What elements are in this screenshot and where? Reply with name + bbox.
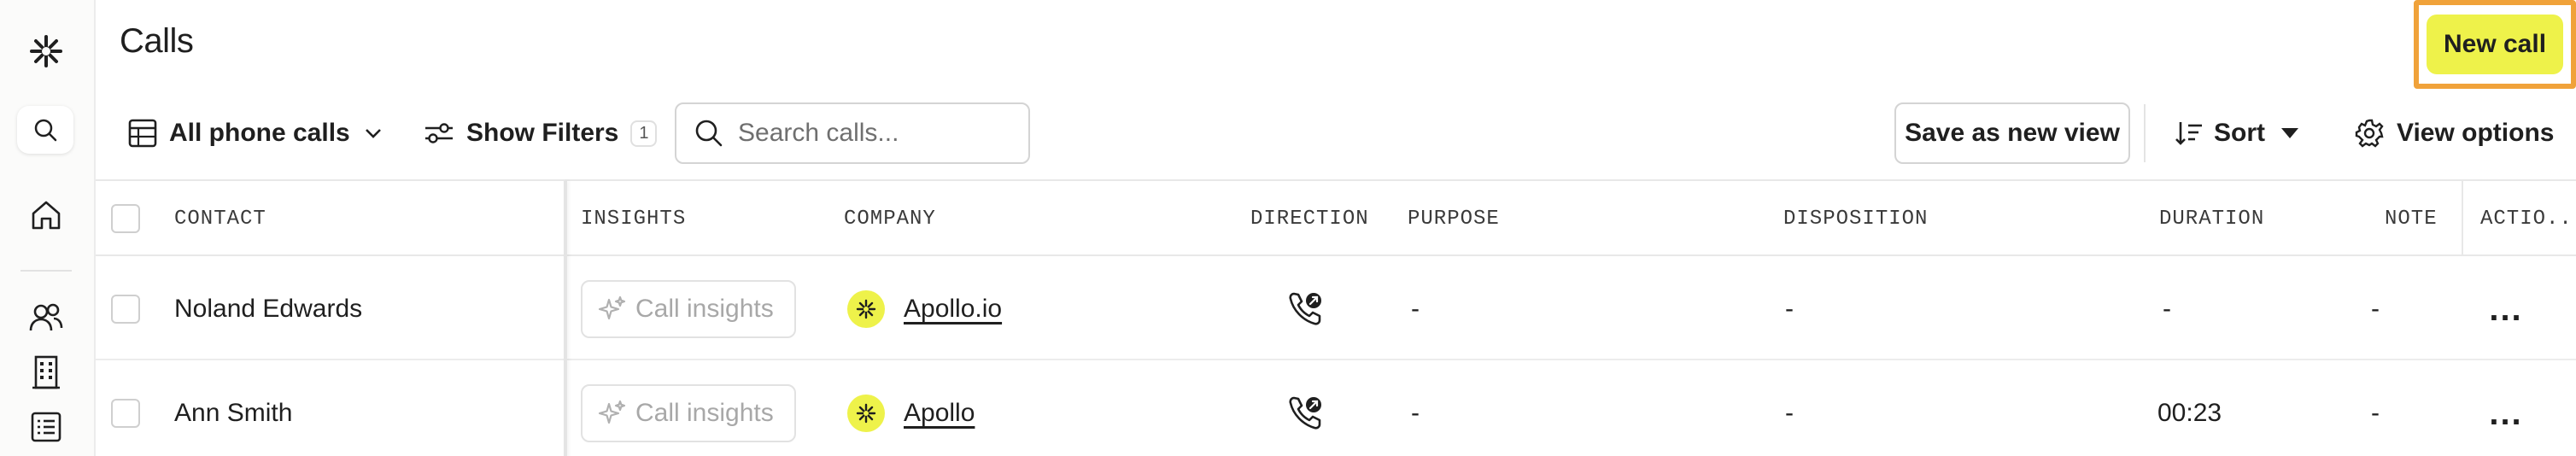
show-filters-button[interactable]: Show Filters 1	[424, 109, 658, 157]
call-insights-button[interactable]: Call insights	[581, 384, 796, 442]
toolbar-divider	[2144, 104, 2146, 162]
company-link[interactable]: Apollo	[904, 399, 975, 428]
column-header-purpose[interactable]: PURPOSE	[1408, 181, 1500, 256]
save-as-new-view-button[interactable]: Save as new view	[1894, 102, 2130, 164]
column-header-disposition[interactable]: DISPOSITION	[1783, 181, 1928, 256]
view-selector[interactable]: All phone calls	[128, 109, 383, 157]
note-value: -	[2371, 399, 2380, 427]
home-icon[interactable]	[26, 195, 67, 236]
sparkle-icon	[598, 399, 627, 428]
note-value: -	[2371, 295, 2380, 323]
table-header-row: CONTACT INSIGHTS COMPANY DIRECTION PURPO…	[96, 181, 2576, 256]
company-logo-icon	[847, 290, 885, 328]
caret-down-icon	[2280, 127, 2299, 139]
table-row[interactable]: Ann Smith Call insights Apollo - - 00:23…	[96, 362, 2576, 456]
gear-icon	[2354, 118, 2385, 149]
column-header-company[interactable]: COMPANY	[844, 181, 936, 256]
page-title: Calls	[120, 22, 194, 60]
duration-value: -	[2163, 295, 2171, 323]
row-checkbox[interactable]	[111, 399, 140, 428]
select-all-cell	[111, 181, 140, 256]
column-header-direction[interactable]: DIRECTION	[1250, 181, 1369, 256]
show-filters-label: Show Filters	[466, 119, 619, 147]
filter-count-badge: 1	[630, 120, 658, 147]
column-header-actions[interactable]: ACTIO...	[2480, 181, 2576, 256]
table-row[interactable]: Noland Edwards Call insights Apollo.io -…	[96, 258, 2576, 360]
search-icon[interactable]	[17, 106, 73, 154]
view-options-button[interactable]: View options	[2354, 109, 2554, 157]
frozen-column-divider	[564, 181, 567, 456]
call-insights-button[interactable]: Call insights	[581, 280, 796, 338]
search-input[interactable]	[738, 119, 1011, 148]
new-call-highlight: New call	[2414, 0, 2576, 89]
new-call-button[interactable]: New call	[2427, 15, 2563, 74]
purpose-value: -	[1411, 399, 1420, 427]
company-link[interactable]: Apollo.io	[904, 295, 1002, 324]
view-selector-label: All phone calls	[169, 119, 350, 147]
disposition-value: -	[1785, 399, 1794, 427]
row-checkbox[interactable]	[111, 295, 140, 324]
sidebar-divider	[20, 270, 72, 272]
purpose-value: -	[1411, 295, 1420, 323]
disposition-value: -	[1785, 295, 1794, 323]
row-actions-button[interactable]: ...	[2482, 389, 2530, 437]
sidebar	[0, 0, 96, 456]
search-icon	[694, 118, 724, 149]
view-options-label: View options	[2397, 119, 2555, 147]
table-view-icon	[128, 119, 157, 148]
duration-value: 00:23	[2157, 399, 2222, 427]
sort-label: Sort	[2214, 119, 2265, 147]
call-insights-label: Call insights	[635, 295, 774, 323]
column-header-note[interactable]: NOTE	[2385, 181, 2438, 256]
outbound-call-icon	[1286, 362, 1326, 456]
column-header-insights[interactable]: INSIGHTS	[581, 181, 686, 256]
sort-icon	[2175, 120, 2204, 147]
contact-name[interactable]: Ann Smith	[174, 362, 292, 456]
column-header-duration[interactable]: DURATION	[2159, 181, 2264, 256]
company-logo-icon	[847, 395, 885, 432]
sparkle-icon	[598, 295, 627, 324]
sort-button[interactable]: Sort	[2175, 109, 2299, 157]
outbound-call-icon	[1286, 258, 1326, 360]
search-box[interactable]	[675, 102, 1030, 164]
building-icon[interactable]	[26, 352, 67, 393]
calls-table: CONTACT INSIGHTS COMPANY DIRECTION PURPO…	[96, 179, 2576, 456]
row-actions-button[interactable]: ...	[2482, 285, 2530, 333]
contact-name[interactable]: Noland Edwards	[174, 258, 362, 360]
logo-icon[interactable]	[26, 31, 67, 72]
select-all-checkbox[interactable]	[111, 204, 140, 233]
people-icon[interactable]	[26, 297, 67, 338]
list-icon[interactable]	[26, 406, 67, 447]
column-header-contact[interactable]: CONTACT	[174, 181, 266, 256]
call-insights-label: Call insights	[635, 399, 774, 427]
chevron-down-icon	[364, 127, 383, 139]
actions-column-divider	[2462, 181, 2463, 256]
filter-sliders-icon	[424, 120, 454, 146]
